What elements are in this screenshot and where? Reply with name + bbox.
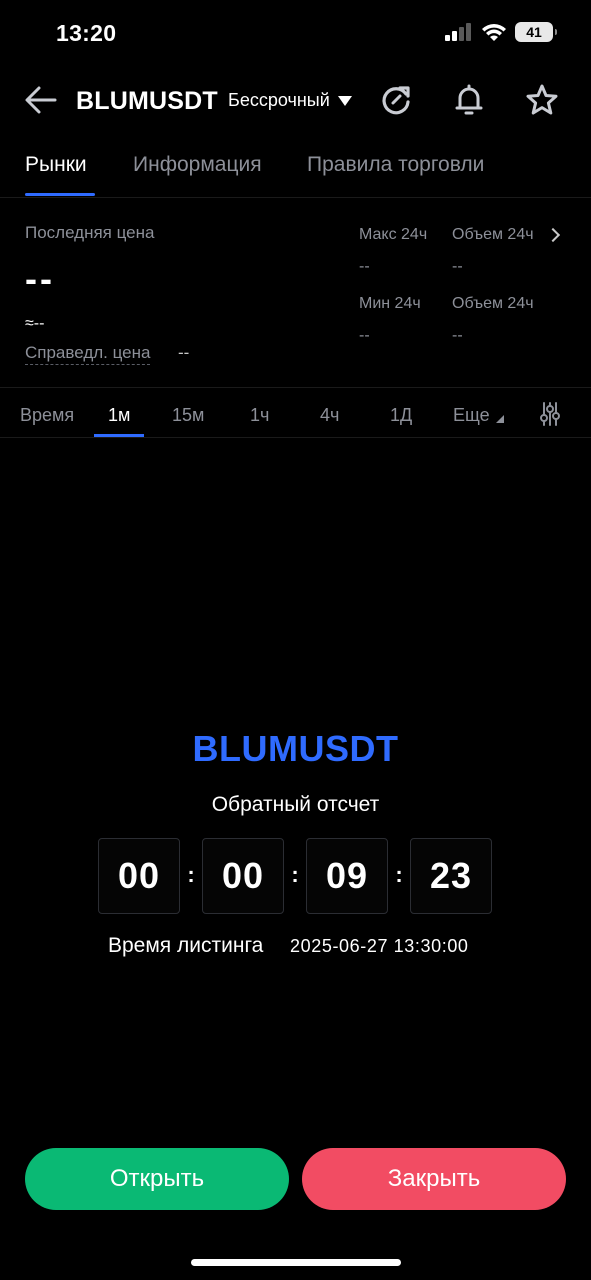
- tab-markets[interactable]: Рынки: [25, 153, 87, 177]
- page-title: BLUMUSDT: [76, 87, 218, 115]
- fair-price-label[interactable]: Справедл. цена: [25, 343, 151, 365]
- interval-time[interactable]: Время: [20, 405, 74, 426]
- listing-time-label: Время листинга: [108, 934, 264, 957]
- countdown-separator: :: [291, 862, 299, 887]
- battery-icon: 41: [515, 22, 557, 42]
- wifi-icon: [482, 23, 506, 41]
- approx-price-value: ≈--: [25, 315, 45, 332]
- countdown-minutes: 09: [306, 838, 388, 914]
- active-tab-indicator: [25, 193, 95, 196]
- price-summary: Последняя цена -- ≈-- Справедл. цена -- …: [0, 200, 591, 388]
- countdown-seconds: 23: [410, 838, 492, 914]
- countdown-separator: :: [187, 862, 195, 887]
- signal-icon: [445, 23, 471, 41]
- interval-1d[interactable]: 1Д: [390, 405, 412, 426]
- interval-15m[interactable]: 15м: [172, 405, 204, 426]
- status-icons: 41: [445, 22, 557, 42]
- tab-bar: Рынки Информация Правила торговли: [0, 146, 591, 198]
- high-24h-value: --: [359, 258, 370, 275]
- header: BLUMUSDT Бессрочный: [0, 72, 591, 128]
- status-bar: 13:20 41: [0, 0, 591, 66]
- close-position-button[interactable]: Закрыть: [302, 1148, 566, 1210]
- star-icon[interactable]: [524, 82, 560, 118]
- refresh-icon[interactable]: [378, 82, 414, 118]
- chevron-right-icon[interactable]: [545, 227, 561, 243]
- status-time: 13:20: [56, 20, 117, 46]
- last-price-label: Последняя цена: [25, 223, 155, 242]
- home-indicator[interactable]: [191, 1259, 401, 1266]
- bell-icon[interactable]: [451, 82, 487, 118]
- volume2-24h-label: Объем 24ч: [452, 295, 534, 312]
- chevron-down-icon: [337, 95, 352, 106]
- fair-price-value: --: [178, 343, 190, 362]
- volume-24h-label: Объем 24ч: [452, 226, 534, 243]
- interval-1m[interactable]: 1м: [108, 405, 130, 426]
- tab-information[interactable]: Информация: [133, 153, 262, 177]
- more-triangle-icon: [495, 415, 504, 423]
- interval-bar: Время 1м 15м 1ч 4ч 1Д Еще: [0, 390, 591, 438]
- interval-more-label: Еще: [453, 405, 490, 425]
- countdown-timer: 00 : 00 : 09 : 23: [98, 838, 492, 914]
- active-interval-indicator: [94, 434, 144, 437]
- interval-1h[interactable]: 1ч: [250, 405, 269, 426]
- volume-24h-value: --: [452, 258, 463, 275]
- volume2-24h-value: --: [452, 327, 463, 344]
- contract-type-label: Бессрочный: [228, 90, 330, 110]
- countdown-days: 00: [98, 838, 180, 914]
- low-24h-value: --: [359, 327, 370, 344]
- contract-type-dropdown[interactable]: Бессрочный: [228, 90, 352, 111]
- listing-time-value: 2025-06-27 13:30:00: [290, 936, 469, 956]
- open-position-button[interactable]: Открыть: [25, 1148, 289, 1210]
- countdown-hours: 00: [202, 838, 284, 914]
- countdown-symbol: BLUMUSDT: [192, 728, 399, 769]
- back-arrow-icon[interactable]: [22, 82, 60, 118]
- interval-4h[interactable]: 4ч: [320, 405, 339, 426]
- interval-more[interactable]: Еще: [453, 405, 504, 426]
- countdown-label: Обратный отсчет: [211, 793, 380, 816]
- last-price-value: --: [25, 258, 55, 299]
- tab-trading-rules[interactable]: Правила торговли: [307, 153, 484, 177]
- high-24h-label: Макс 24ч: [359, 226, 428, 243]
- low-24h-label: Мин 24ч: [359, 295, 421, 312]
- countdown-separator: :: [395, 862, 403, 887]
- chart-settings-icon[interactable]: [539, 401, 561, 427]
